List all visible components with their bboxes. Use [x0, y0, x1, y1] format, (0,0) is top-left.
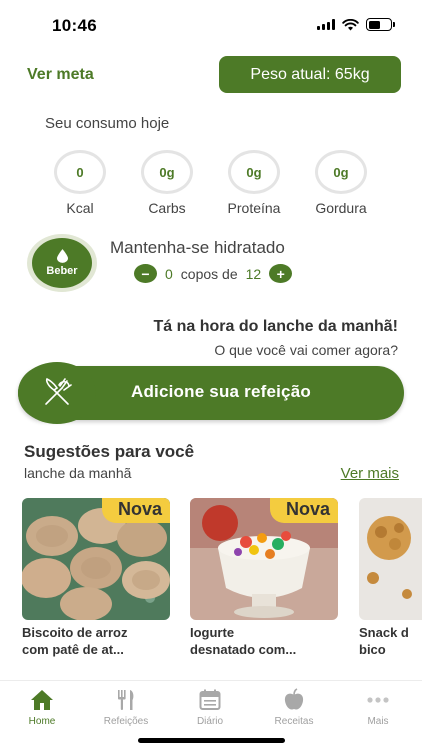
add-meal-button[interactable]: Adicione sua refeição: [18, 362, 404, 424]
suggestion-cards: Nova Biscoito de arroz com patê de at...: [0, 498, 422, 668]
macro-label: Carbs: [148, 200, 186, 216]
suggestions-subtitle: lanche da manhã: [24, 465, 132, 481]
signal-icon: [317, 19, 335, 30]
card-image-iogurte: Nova: [190, 498, 338, 620]
apple-icon: [284, 688, 304, 710]
cups-goal: 12: [245, 265, 262, 282]
macro-ring: 0: [54, 150, 106, 194]
meal-prompt-subtitle: O que você vai comer agora?: [214, 342, 398, 358]
tab-label: Home: [28, 716, 56, 727]
card-caption: Biscoito de arroz com patê de at...: [22, 624, 170, 658]
macro-gordura: 0g Gordura: [309, 150, 373, 216]
cups-count: 0: [165, 265, 173, 282]
macro-label: Kcal: [66, 200, 94, 216]
minus-cup-button[interactable]: −: [134, 264, 157, 283]
tab-home[interactable]: Home: [0, 687, 84, 727]
card-caption-line: Biscoito de arroz: [22, 625, 128, 640]
macro-kcal: 0 Kcal: [48, 150, 112, 216]
tab-receitas[interactable]: Receitas: [252, 687, 336, 727]
beber-button[interactable]: Beber: [27, 234, 97, 292]
macro-label: Gordura: [315, 200, 367, 216]
macros-row: 0 Kcal 0g Carbs 0g Proteína 0g Gordura: [48, 150, 388, 216]
calendar-icon: [199, 689, 221, 710]
nova-badge: Nova: [101, 498, 170, 523]
tab-label: Mais: [367, 716, 389, 727]
macro-proteina: 0g Proteína: [222, 150, 286, 216]
tab-refeicoes[interactable]: Refeições: [84, 687, 168, 727]
more-icon: [367, 697, 389, 703]
card-image-biscoito: Nova: [22, 498, 170, 620]
card-caption: Iogurte desnatado com...: [190, 624, 338, 658]
fork-knife-icon: [45, 377, 72, 405]
card-image-snack: [359, 498, 422, 620]
fork-knife-icon: [118, 690, 134, 710]
plus-cup-button[interactable]: +: [269, 264, 293, 283]
suggestion-card[interactable]: Nova Biscoito de arroz com patê de at...: [22, 498, 170, 658]
suggestion-card[interactable]: Snack d bico: [359, 498, 422, 658]
macro-ring: 0g: [315, 150, 367, 194]
cups-counter: − 0 copos de 12 +: [134, 264, 293, 283]
hydration-section: Beber Mantenha-se hidratado − 0 copos de…: [0, 234, 422, 294]
battery-icon: [366, 18, 395, 31]
tab-diario[interactable]: Diário: [168, 687, 252, 727]
beber-label: Beber: [46, 265, 78, 277]
tab-label: Diário: [196, 716, 224, 727]
meal-prompt-title: Tá na hora do lanche da manhã!: [153, 318, 399, 335]
ver-meta-link[interactable]: Ver meta: [27, 66, 94, 84]
peso-atual-button[interactable]: Peso atual: 65kg: [219, 56, 401, 93]
macro-label: Proteína: [227, 200, 281, 216]
status-icons: [317, 18, 395, 31]
macro-carbs: 0g Carbs: [135, 150, 199, 216]
suggestion-card[interactable]: Nova Iogurte desnatado com...: [190, 498, 338, 658]
macro-ring: 0g: [228, 150, 280, 194]
status-time: 10:46: [52, 16, 97, 35]
card-caption-line: desnatado com...: [190, 642, 297, 657]
card-caption-line: Iogurte: [190, 625, 235, 640]
suggestions-title: Sugestões para você: [24, 442, 195, 461]
tab-label: Receitas: [274, 716, 314, 727]
home-indicator: [138, 738, 285, 743]
wifi-icon: [342, 18, 359, 30]
tab-label: Refeições: [103, 716, 149, 727]
card-caption: Snack d bico: [359, 624, 422, 658]
cups-label: copos de: [180, 265, 238, 282]
consumo-title: Seu consumo hoje: [45, 115, 170, 132]
card-caption-line: Snack d: [359, 625, 409, 640]
status-bar: 10:46: [0, 0, 422, 48]
macro-ring: 0g: [141, 150, 193, 194]
nova-badge: Nova: [269, 498, 338, 523]
hydration-title: Mantenha-se hidratado: [110, 238, 285, 257]
add-meal-label: Adicione sua refeição: [131, 382, 311, 401]
card-caption-line: com patê de at...: [22, 642, 124, 657]
ver-mais-link[interactable]: Ver mais: [341, 465, 399, 482]
water-drop-icon: [56, 249, 68, 263]
top-row: Ver meta Peso atual: 65kg: [0, 56, 422, 94]
home-icon: [31, 690, 53, 710]
card-caption-line: bico: [359, 642, 386, 657]
add-meal-icon-circle: [18, 362, 96, 424]
tab-mais[interactable]: Mais: [336, 687, 420, 727]
